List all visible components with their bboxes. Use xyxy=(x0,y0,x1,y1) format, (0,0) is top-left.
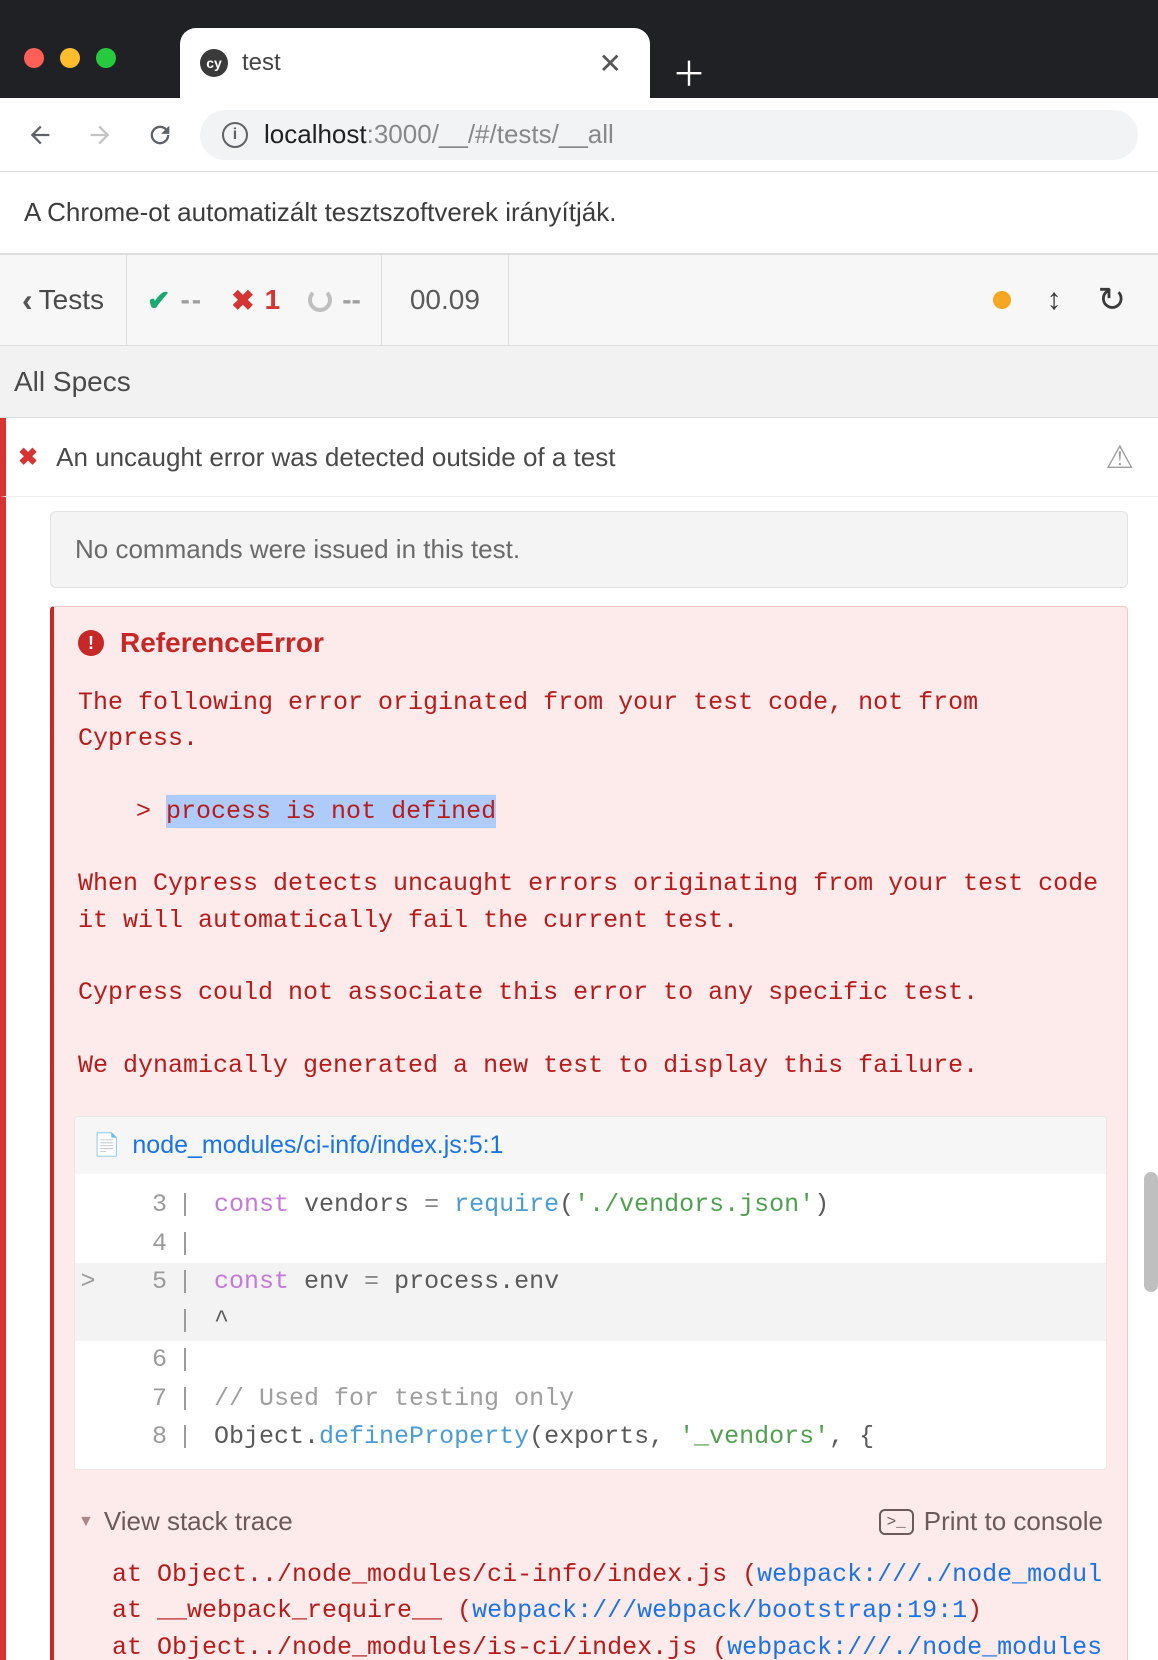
reload-button[interactable] xyxy=(140,115,180,155)
error-type: ReferenceError xyxy=(120,627,324,659)
triangle-down-icon: ▼ xyxy=(78,1513,94,1531)
chevron-left-icon: ‹ xyxy=(22,282,33,319)
automation-banner-text: A Chrome-ot automatizált tesztszoftverek… xyxy=(24,197,616,228)
code-line: 8| Object.defineProperty(exports, '_vend… xyxy=(75,1418,1106,1457)
error-highlight: process is not defined xyxy=(166,795,496,828)
passed-stat: ✔ -- xyxy=(147,284,203,317)
rerun-button[interactable]: ↻ xyxy=(1098,280,1127,320)
browser-chrome-top: cy test ✕ ＋ xyxy=(0,0,1158,98)
print-to-console-label: Print to console xyxy=(924,1506,1103,1537)
browser-tab[interactable]: cy test ✕ xyxy=(180,28,650,98)
test-stats: ✔ -- ✖ 1 -- xyxy=(127,255,382,345)
duration: 00.09 xyxy=(382,255,509,345)
stack-trace-label: View stack trace xyxy=(104,1506,293,1537)
stack-trace-header: ▼ View stack trace >_ Print to console xyxy=(54,1490,1127,1547)
code-line: 7| // Used for testing only xyxy=(75,1380,1106,1419)
new-tab-button[interactable]: ＋ xyxy=(650,44,728,98)
print-to-console-button[interactable]: >_ Print to console xyxy=(879,1506,1103,1537)
site-info-icon[interactable]: i xyxy=(222,122,248,148)
tab-title: test xyxy=(242,49,577,77)
address-bar-row: i localhost:3000/__/#/tests/__all xyxy=(0,98,1158,172)
code-line: 3| const vendors = require('./vendors.js… xyxy=(75,1186,1106,1225)
code-line: 4| xyxy=(75,1225,1106,1264)
specs-title-row[interactable]: All Specs xyxy=(0,346,1158,418)
failed-count: 1 xyxy=(265,284,281,316)
tests-back-button[interactable]: ‹ Tests xyxy=(0,255,127,345)
reload-icon xyxy=(146,121,174,149)
stack-line: at Object../node_modules/ci-info/index.j… xyxy=(112,1557,1103,1593)
code-frame-file-link[interactable]: node_modules/ci-info/index.js:5:1 xyxy=(132,1131,503,1160)
close-window-button[interactable] xyxy=(24,48,44,68)
arrow-right-icon xyxy=(86,121,114,149)
file-icon: 📄 xyxy=(93,1132,120,1158)
check-icon: ✔ xyxy=(147,284,170,317)
code-line: 6| xyxy=(75,1341,1106,1380)
url-text: localhost:3000/__/#/tests/__all xyxy=(264,119,614,150)
stack-line: at Object../node_modules/is-ci/index.js … xyxy=(112,1630,1103,1660)
window-controls xyxy=(24,48,116,68)
error-message-body: The following error originated from your… xyxy=(54,679,1127,1108)
automation-banner: A Chrome-ot automatizált tesztszoftverek… xyxy=(0,172,1158,254)
code-lines: 3| const vendors = require('./vendors.js… xyxy=(75,1174,1106,1469)
stack-trace-body: at Object../node_modules/ci-info/index.j… xyxy=(54,1547,1127,1660)
test-row[interactable]: ✖ An uncaught error was detected outside… xyxy=(0,418,1158,497)
error-panel: ! ReferenceError The following error ori… xyxy=(50,606,1128,1660)
tab-bar: cy test ✕ ＋ xyxy=(180,20,728,98)
stack-line: at __webpack_require__ (webpack:///webpa… xyxy=(112,1593,1103,1629)
specs-title: All Specs xyxy=(14,366,131,398)
no-commands-text: No commands were issued in this test. xyxy=(75,534,520,564)
error-header: ! ReferenceError xyxy=(54,607,1127,679)
tab-close-button[interactable]: ✕ xyxy=(591,43,630,84)
tests-label: Tests xyxy=(39,284,104,316)
fail-icon: ✖ xyxy=(18,443,38,472)
failed-stat: ✖ 1 xyxy=(231,284,280,317)
status-indicator-icon xyxy=(993,291,1011,309)
code-frame-header: 📄 node_modules/ci-info/index.js:5:1 xyxy=(75,1117,1106,1174)
code-line-caret: | ^ xyxy=(75,1302,1106,1341)
pending-stat: -- xyxy=(308,284,361,316)
minimize-window-button[interactable] xyxy=(60,48,80,68)
back-button[interactable] xyxy=(20,115,60,155)
stack-trace-toggle[interactable]: ▼ View stack trace xyxy=(78,1506,293,1537)
viewport-scale-button[interactable]: ↕ xyxy=(1047,283,1062,317)
code-line-highlighted: >5| const env = process.env xyxy=(75,1263,1106,1302)
test-body: No commands were issued in this test. ! … xyxy=(0,497,1158,1660)
warning-icon: ⚠ xyxy=(1105,438,1134,476)
test-title: An uncaught error was detected outside o… xyxy=(56,442,1087,473)
header-right-controls: ↕ ↻ xyxy=(961,255,1158,345)
duration-value: 00.09 xyxy=(410,284,480,316)
terminal-icon: >_ xyxy=(879,1509,914,1535)
pending-count: -- xyxy=(342,284,361,316)
x-icon: ✖ xyxy=(231,284,254,317)
forward-button[interactable] xyxy=(80,115,120,155)
arrow-left-icon xyxy=(26,121,54,149)
code-frame: 📄 node_modules/ci-info/index.js:5:1 3| c… xyxy=(74,1116,1107,1470)
no-commands-box: No commands were issued in this test. xyxy=(50,511,1128,588)
passed-count: -- xyxy=(180,284,203,316)
omnibox[interactable]: i localhost:3000/__/#/tests/__all xyxy=(200,110,1138,160)
maximize-window-button[interactable] xyxy=(96,48,116,68)
cypress-favicon-icon: cy xyxy=(200,49,228,77)
scrollbar-thumb[interactable] xyxy=(1144,1172,1158,1292)
error-bang-icon: ! xyxy=(78,630,104,656)
cypress-header: ‹ Tests ✔ -- ✖ 1 -- 00.09 ↕ ↻ xyxy=(0,254,1158,346)
spinner-icon xyxy=(308,288,332,312)
